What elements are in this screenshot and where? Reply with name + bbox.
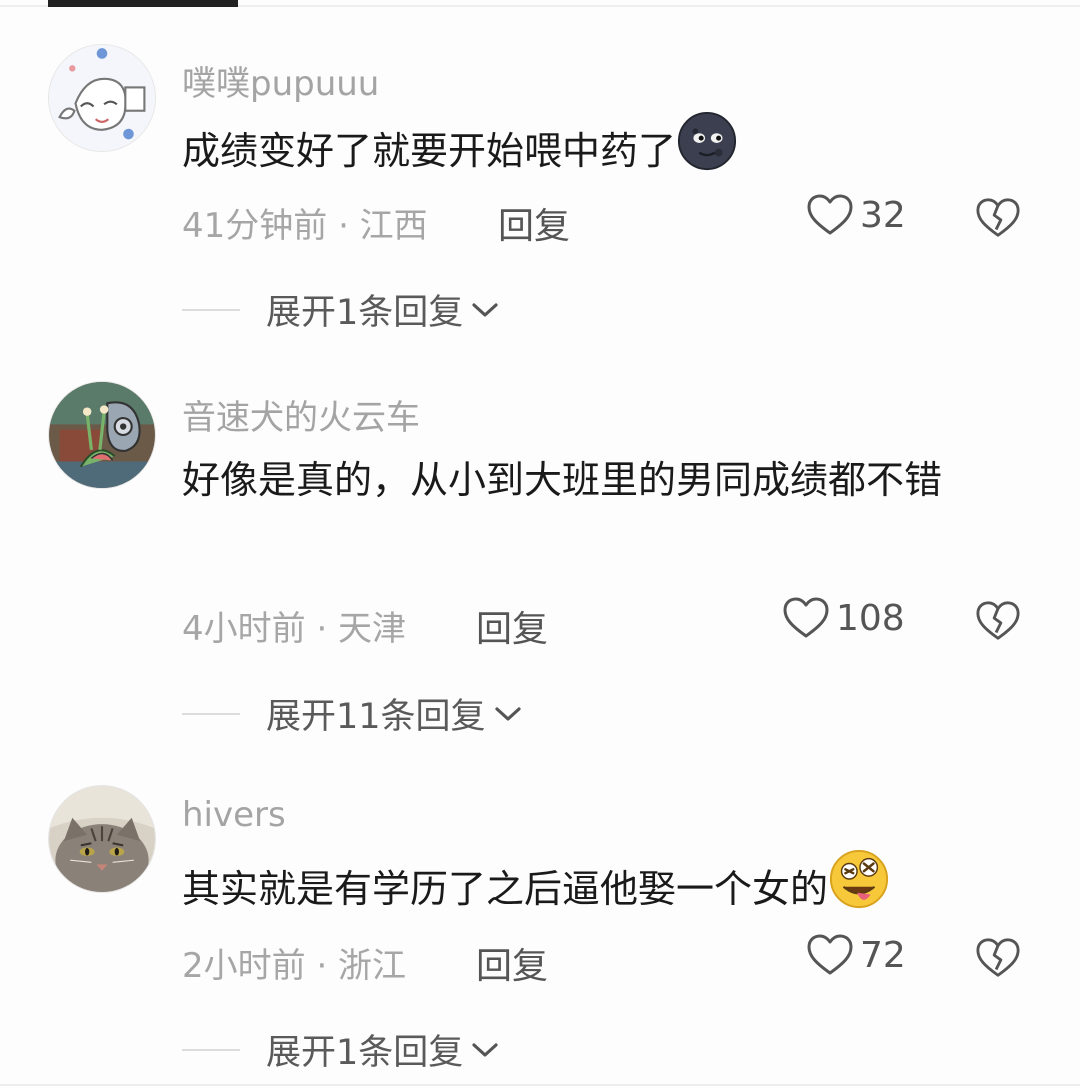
- avatar[interactable]: [48, 785, 156, 893]
- username[interactable]: 音速犬的火云车: [182, 390, 420, 439]
- divider: [182, 1048, 240, 1051]
- heart-icon: [807, 934, 853, 975]
- like-count: 72: [860, 934, 906, 976]
- new-moon-face-emoji: [677, 111, 737, 171]
- comment-meta: 41分钟前 · 江西: [182, 206, 428, 246]
- chevron-down-icon: [472, 302, 498, 317]
- tab-indicator: [0, 0, 1080, 8]
- broken-heart-icon[interactable]: [975, 936, 1021, 980]
- username[interactable]: hivers: [182, 795, 286, 835]
- like-count: 32: [860, 194, 906, 236]
- username[interactable]: 噗噗pupuuu: [182, 56, 379, 105]
- comment-body: 好像是真的，从小到大班里的男同成绩都不错: [182, 458, 943, 502]
- avatar-image: [49, 786, 155, 892]
- comment-body: 成绩变好了就要开始喂中药了: [182, 129, 677, 173]
- avatar-image: [49, 45, 155, 151]
- like-button[interactable]: 108: [782, 596, 905, 640]
- comment-body: 其实就是有学历了之后逼他娶一个女的: [182, 867, 829, 911]
- expand-replies-label: 展开1条回复: [266, 293, 464, 333]
- expand-replies[interactable]: 展开11条回复: [182, 688, 522, 739]
- divider: [182, 308, 240, 311]
- active-tab-underline: [48, 0, 238, 7]
- expand-replies[interactable]: 展开1条回复: [182, 1024, 499, 1075]
- comment-text: 其实就是有学历了之后逼他娶一个女的: [182, 848, 1012, 925]
- comment-text: 好像是真的，从小到大班里的男同成绩都不错: [182, 444, 1012, 516]
- avatar[interactable]: [48, 381, 156, 489]
- zany-face-emoji: [829, 849, 889, 909]
- broken-heart-icon[interactable]: [975, 599, 1021, 643]
- expand-replies[interactable]: 展开1条回复: [182, 284, 499, 335]
- like-count: 108: [836, 597, 905, 639]
- divider: [182, 712, 240, 715]
- avatar[interactable]: [48, 44, 156, 152]
- like-button[interactable]: 32: [806, 193, 906, 237]
- like-button[interactable]: 72: [806, 933, 906, 977]
- avatar-image: [49, 382, 155, 488]
- reply-button[interactable]: 回复: [476, 937, 548, 989]
- expand-replies-label: 展开1条回复: [266, 1033, 464, 1073]
- heart-icon: [783, 597, 829, 638]
- reply-button[interactable]: 回复: [476, 600, 548, 652]
- comment-meta: 2小时前 · 浙江: [182, 946, 407, 986]
- divider: [0, 1084, 1080, 1086]
- broken-heart-icon[interactable]: [975, 196, 1021, 240]
- chevron-down-icon: [494, 706, 521, 721]
- chevron-down-icon: [472, 1042, 498, 1057]
- expand-replies-label: 展开11条回复: [266, 697, 486, 737]
- heart-icon: [807, 194, 853, 235]
- comment-text: 成绩变好了就要开始喂中药了: [182, 110, 1012, 187]
- reply-button[interactable]: 回复: [498, 197, 570, 249]
- comment-meta: 4小时前 · 天津: [182, 609, 407, 649]
